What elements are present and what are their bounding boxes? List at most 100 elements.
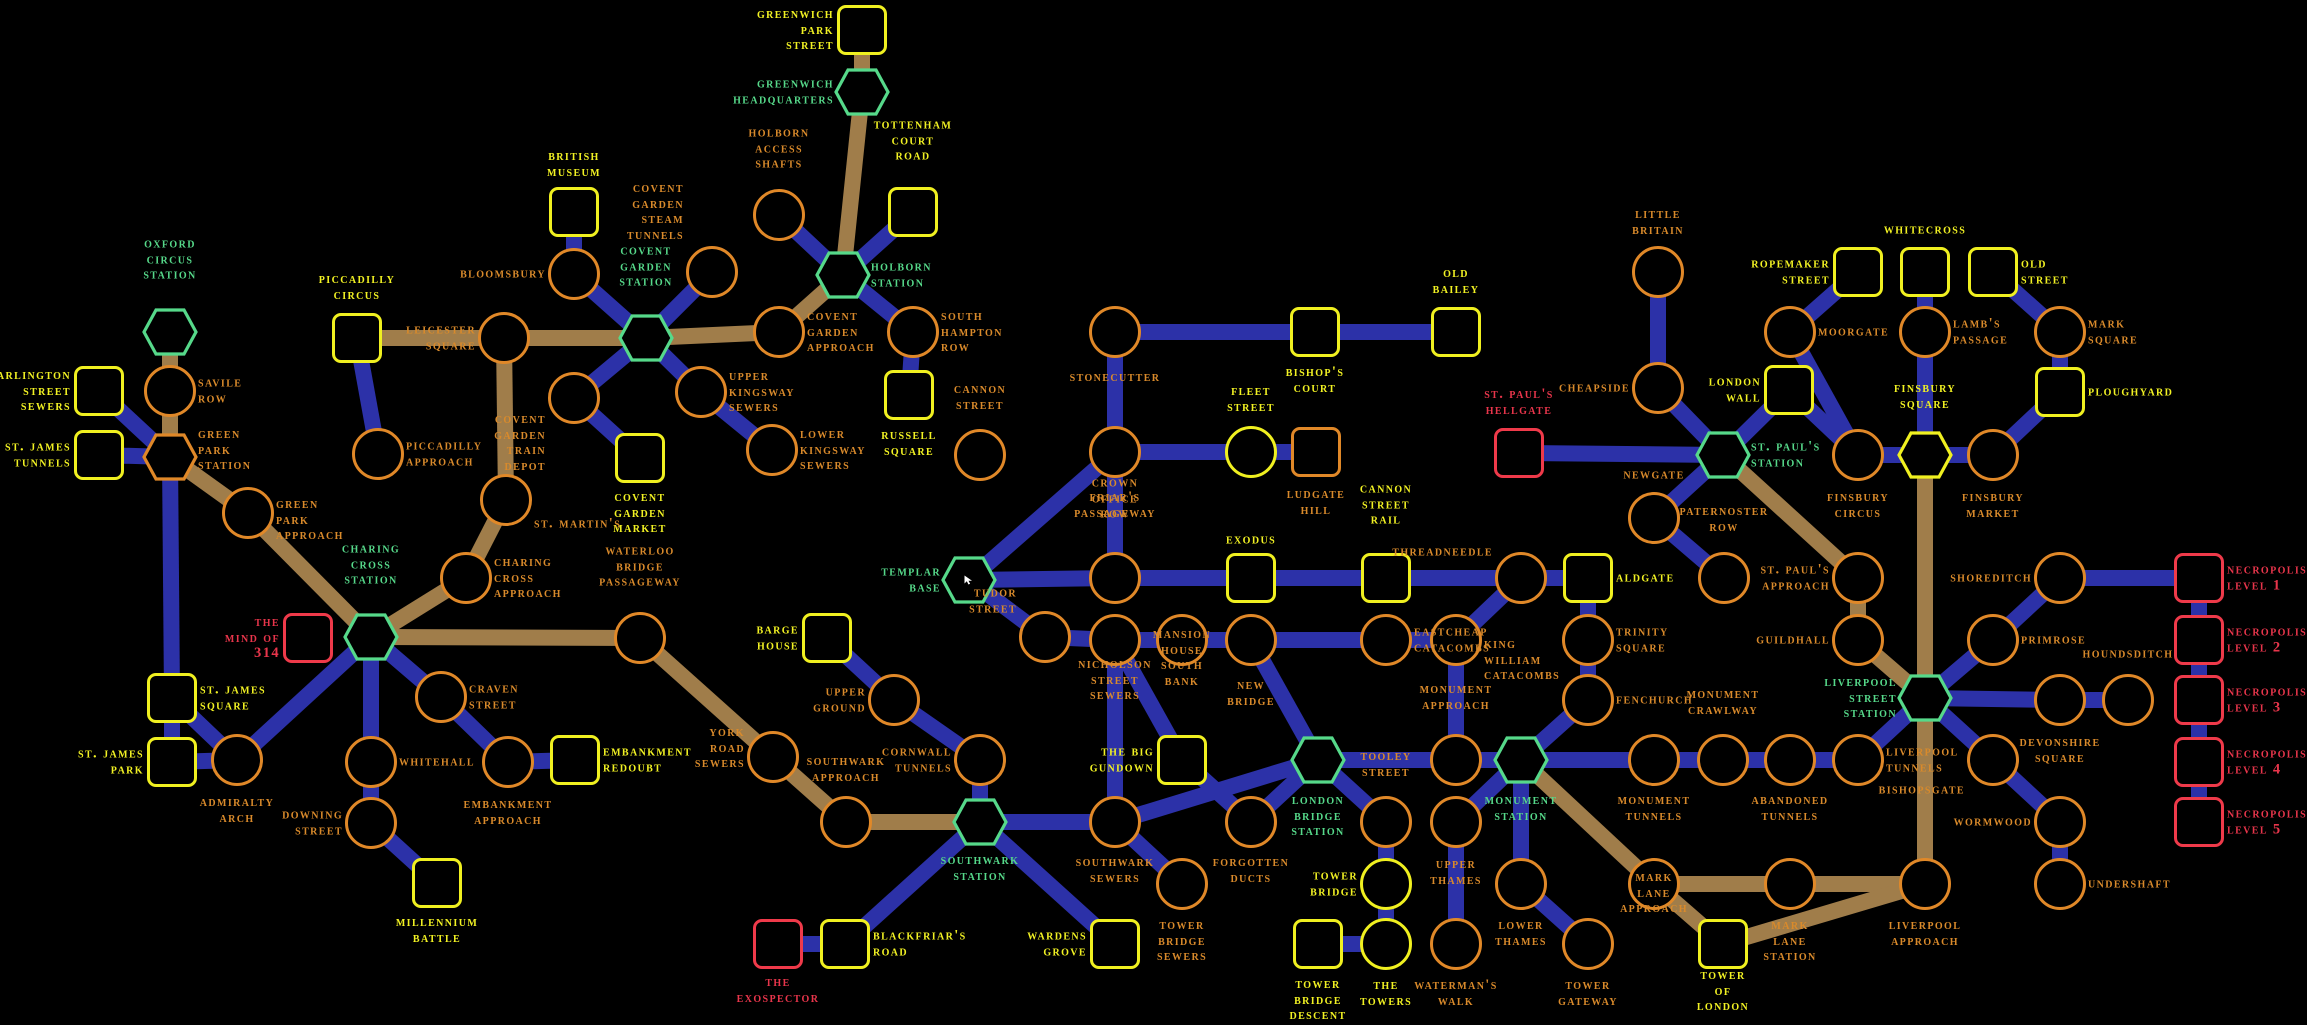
station-node-tudor-street[interactable] xyxy=(1019,611,1071,663)
station-node-paternoster-row[interactable] xyxy=(1698,552,1750,604)
station-node-covent-garden-station[interactable] xyxy=(618,314,674,362)
station-node-wormwood[interactable] xyxy=(2034,796,2086,848)
station-node-finsbury-market[interactable] xyxy=(1967,429,2019,481)
station-node-waterloo-bridge-passageway[interactable] xyxy=(614,612,666,664)
station-node-greenwich-park-street[interactable] xyxy=(837,5,887,55)
station-node-fleet-street[interactable] xyxy=(1225,426,1277,478)
station-node-york-road-sewers[interactable] xyxy=(747,731,799,783)
station-node-liverpool-street-station[interactable] xyxy=(1897,674,1953,722)
station-node-holborn-station[interactable] xyxy=(815,251,871,299)
station-node-mark-square[interactable] xyxy=(2034,306,2086,358)
station-node-fenchurch[interactable] xyxy=(1562,674,1614,726)
station-node-millennium-battle[interactable] xyxy=(412,858,462,908)
station-node-greenwich-headquarters[interactable] xyxy=(834,68,890,116)
station-node-necropolis-level-3[interactable] xyxy=(2174,675,2224,725)
station-node-charing-cross-station[interactable] xyxy=(343,613,399,661)
station-node-bloomsbury[interactable] xyxy=(548,248,600,300)
station-node-upper-ground[interactable] xyxy=(868,674,920,726)
station-node-watermans-walk[interactable] xyxy=(1430,918,1482,970)
station-node-downing-street[interactable] xyxy=(345,797,397,849)
station-node-bishopsgate[interactable] xyxy=(1967,734,2019,786)
station-node-craven-street[interactable] xyxy=(415,671,467,723)
station-node-whitehall[interactable] xyxy=(345,736,397,788)
station-node-eastcheap-catacombs[interactable] xyxy=(1360,614,1412,666)
station-node-blackfriars-road[interactable] xyxy=(820,919,870,969)
station-node-crown-office-row[interactable] xyxy=(1089,552,1141,604)
station-node-covent-garden-train-depot[interactable] xyxy=(548,372,600,424)
station-node-charing-cross-approach[interactable] xyxy=(440,552,492,604)
station-node-barge-house[interactable] xyxy=(802,613,852,663)
station-node-the-towers[interactable] xyxy=(1360,918,1412,970)
station-node-finsbury-square[interactable] xyxy=(1897,431,1953,479)
station-node-abandoned-tunnels[interactable] xyxy=(1764,734,1816,786)
station-node-lower-thames[interactable] xyxy=(1495,858,1547,910)
station-node-piccadilly-approach[interactable] xyxy=(352,428,404,480)
station-node-russell-square[interactable] xyxy=(884,370,934,420)
station-node-st-james-park[interactable] xyxy=(147,737,197,787)
station-node-tower-bridge-sewers[interactable] xyxy=(1156,858,1208,910)
station-node-necropolis-level-4[interactable] xyxy=(2174,737,2224,787)
station-node-liverpool-tunnels[interactable] xyxy=(1832,734,1884,786)
station-node-finsbury-circus[interactable] xyxy=(1832,429,1884,481)
station-node-london-wall[interactable] xyxy=(1764,365,1814,415)
station-node-tower-of-london[interactable] xyxy=(1698,919,1748,969)
station-node-tooley-street[interactable] xyxy=(1360,796,1412,848)
station-node-guildhall[interactable] xyxy=(1832,614,1884,666)
station-node-ludgate-hill[interactable] xyxy=(1291,427,1341,477)
station-node-arlington-street-sewers[interactable] xyxy=(74,366,124,416)
station-node-new-bridge[interactable] xyxy=(1225,614,1277,666)
station-node-bishops-court[interactable] xyxy=(1290,307,1340,357)
station-node-necropolis-level-1[interactable] xyxy=(2174,553,2224,603)
station-node-forgotten-ducts[interactable] xyxy=(1225,796,1277,848)
station-node-exodus[interactable] xyxy=(1226,553,1276,603)
station-node-southwark-approach[interactable] xyxy=(820,796,872,848)
station-node-necropolis-level-2[interactable] xyxy=(2174,615,2224,665)
station-node-lower-kingsway-sewers[interactable] xyxy=(746,424,798,476)
station-node-london-bridge-station[interactable] xyxy=(1290,736,1346,784)
station-node-ploughyard[interactable] xyxy=(2035,367,2085,417)
station-node-cheapside[interactable] xyxy=(1632,362,1684,414)
station-node-piccadilly-circus[interactable] xyxy=(332,313,382,363)
station-node-leicester-square[interactable] xyxy=(478,312,530,364)
station-node-cannon-street[interactable] xyxy=(954,429,1006,481)
station-node-green-park-station[interactable] xyxy=(142,433,198,481)
station-node-undershaft[interactable] xyxy=(2034,858,2086,910)
station-node-mark-lane-station[interactable] xyxy=(1764,858,1816,910)
station-node-cannon-street-rail[interactable] xyxy=(1361,553,1411,603)
station-node-whitecross[interactable] xyxy=(1900,247,1950,297)
station-node-south-hampton-row[interactable] xyxy=(887,306,939,358)
station-node-newgate[interactable] xyxy=(1628,492,1680,544)
station-node-st-martins[interactable] xyxy=(480,474,532,526)
station-node-moorgate[interactable] xyxy=(1764,306,1816,358)
station-node-the-mind-of-314[interactable] xyxy=(283,613,333,663)
station-node-old-bailey[interactable] xyxy=(1431,307,1481,357)
station-node-monument-tunnels[interactable] xyxy=(1628,734,1680,786)
station-node-covent-garden-approach[interactable] xyxy=(753,306,805,358)
station-node-oxford-circus-station[interactable] xyxy=(142,308,198,356)
station-node-upper-thames[interactable] xyxy=(1430,796,1482,848)
station-node-devonshire-square[interactable] xyxy=(2034,674,2086,726)
station-node-embankment-redoubt[interactable] xyxy=(550,735,600,785)
station-node-embankment-approach[interactable] xyxy=(482,736,534,788)
station-node-lambs-passage[interactable] xyxy=(1899,306,1951,358)
station-node-southwark-station[interactable] xyxy=(952,798,1008,846)
station-node-holborn-access-shafts[interactable] xyxy=(753,189,805,241)
station-node-tower-bridge-descent[interactable] xyxy=(1293,919,1343,969)
station-node-friars-passageway[interactable] xyxy=(1089,426,1141,478)
station-node-st-pauls-approach[interactable] xyxy=(1832,552,1884,604)
station-node-primrose[interactable] xyxy=(1967,614,2019,666)
station-node-upper-kingsway-sewers[interactable] xyxy=(675,366,727,418)
station-node-tower-bridge[interactable] xyxy=(1360,858,1412,910)
station-node-necropolis-level-5[interactable] xyxy=(2174,797,2224,847)
station-node-the-exospector[interactable] xyxy=(753,919,803,969)
station-node-st-james-square[interactable] xyxy=(147,673,197,723)
station-node-british-museum[interactable] xyxy=(549,187,599,237)
station-node-houndsditch[interactable] xyxy=(2102,674,2154,726)
station-node-aldgate[interactable] xyxy=(1563,553,1613,603)
station-node-trinity-square[interactable] xyxy=(1562,614,1614,666)
station-node-st-james-tunnels[interactable] xyxy=(74,430,124,480)
underground-network-map[interactable]: Greenwich Park Street Greenwich Headquart… xyxy=(0,0,2307,1025)
station-node-covent-garden-steam-tunnels[interactable] xyxy=(686,246,738,298)
station-node-wardens-grove[interactable] xyxy=(1090,919,1140,969)
station-node-savile-row[interactable] xyxy=(144,365,196,417)
